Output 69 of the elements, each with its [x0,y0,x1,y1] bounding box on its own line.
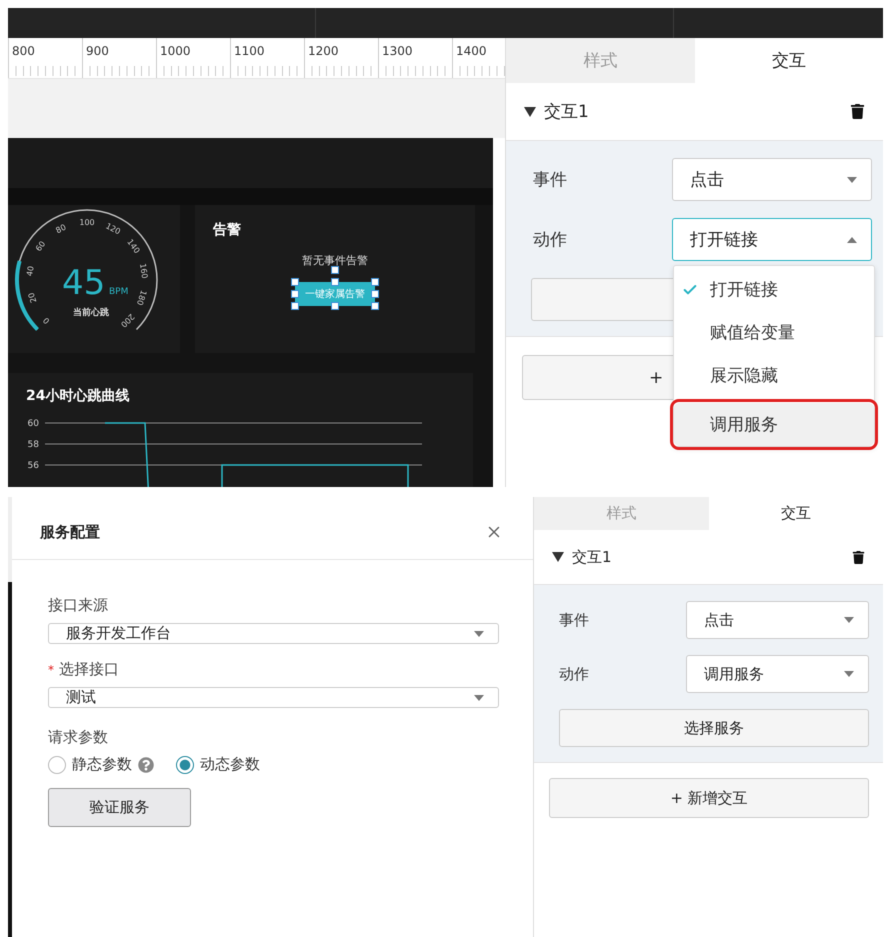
select-service-button[interactable]: 选择服务 [559,709,869,747]
select-field[interactable]: 点击 [672,158,872,201]
ruler-label: 1100 [234,44,265,58]
caret-icon [474,694,484,700]
gauge-tick-label: 0 [42,316,52,326]
gauge-tick-label: 60 [34,240,48,254]
gauge-fill [15,260,39,331]
gauge-tick-label: 200 [118,312,136,330]
gauge-tick-label: 160 [138,262,150,280]
ruler-label: 1400 [456,44,487,58]
select-field[interactable]: 点击 [686,601,869,639]
select-field[interactable]: 测试 [48,687,499,708]
radio-label: 动态参数 [200,755,260,774]
ruler-label: 1200 [308,44,339,58]
expand-triangle-icon[interactable] [524,106,536,116]
add-interaction-button[interactable]: + 新增交互 [549,778,869,818]
alert-message: 暂无事件告警 [302,253,368,268]
radio-label: 静态参数 [72,755,132,774]
y-tick-label: 60 [28,419,39,429]
radio-button[interactable] [176,756,194,774]
field-label: 事件 [559,610,590,630]
gauge-caption: 当前心跳 [73,308,109,318]
select-field[interactable]: 打开链接 [672,218,872,261]
heart-rate-value: 45 [62,263,106,303]
radio-button[interactable] [48,756,66,774]
dialog-title: 服务配置 [40,522,101,542]
help-icon[interactable] [138,756,154,772]
field-label: 动作 [533,229,568,251]
interaction-title: 交互1 [544,101,590,123]
menu-item[interactable]: 展示隐藏 [674,354,874,397]
required-mark: * [48,663,54,677]
menu-item[interactable]: 赋值给变量 [674,311,874,354]
resize-handle[interactable] [331,278,339,286]
gauge-tick-label: 120 [104,221,122,236]
ruler-label: 1300 [382,44,413,58]
caret-icon [847,176,857,182]
expand-triangle-icon[interactable] [552,552,564,562]
select-field[interactable]: 服务开发工作台 [48,623,499,644]
y-tick-label: 56 [28,461,39,471]
gauge-tick-label: 180 [134,289,148,306]
field-label: 事件 [533,169,568,191]
card-title: 告警 [213,221,241,239]
gauge-tick-label: 20 [26,291,38,304]
interaction-title: 交互1 [572,548,613,566]
gauge-tick-label: 100 [79,218,95,228]
caret-icon [474,630,484,636]
y-tick-label: 58 [28,440,39,450]
field-label: 接口来源 [48,596,108,615]
delete-icon[interactable] [850,104,865,119]
caret-icon [847,236,857,242]
caret-icon [844,617,854,623]
delete-icon[interactable] [852,550,865,564]
ruler-label: 800 [12,44,35,58]
menu-item[interactable]: 打开链接 [674,268,874,311]
field-label: 请求参数 [48,728,109,747]
verify-service-button[interactable]: 验证服务 [48,788,191,827]
rotate-handle[interactable] [331,266,339,274]
select-field[interactable]: 调用服务 [686,655,869,693]
unit-label: BPM [109,287,128,297]
field-label: 动作 [559,664,590,684]
ruler-label: 900 [86,44,109,58]
gauge-tick-label: 40 [25,265,36,277]
field-label: 选择接口 [59,660,119,679]
gauge-tick-label: 80 [54,222,68,236]
ruler-label: 1000 [160,44,191,58]
caret-icon [844,671,854,677]
resize-handle[interactable] [331,302,339,310]
card-title: 24小时心跳曲线 [26,387,130,405]
menu-item[interactable]: 调用服务 [674,403,874,446]
